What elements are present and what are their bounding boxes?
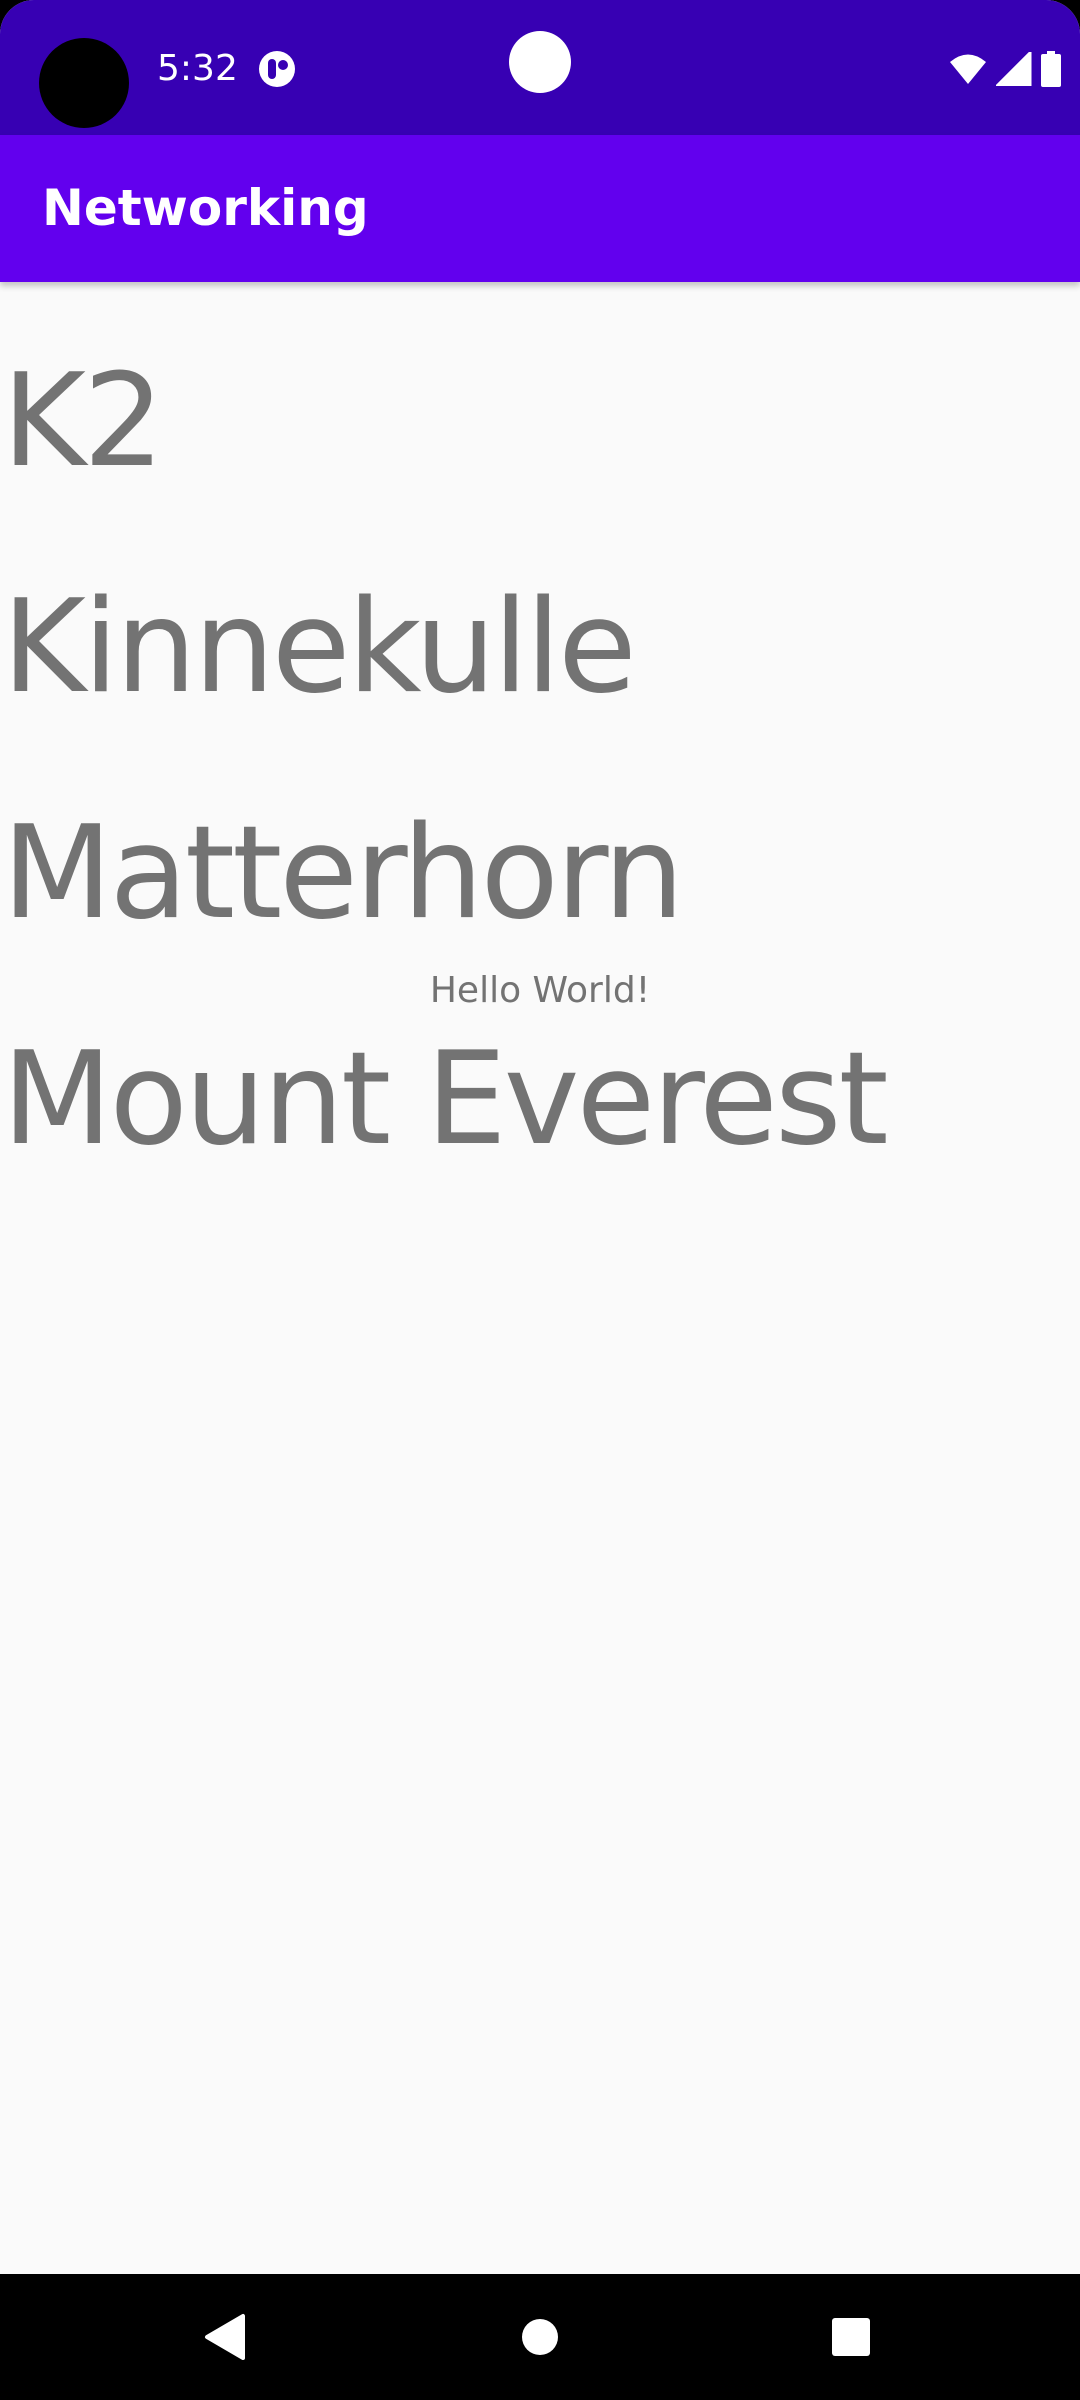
- home-button[interactable]: [477, 2274, 603, 2400]
- hello-world-text: Hello World!: [429, 970, 651, 1011]
- wifi-icon: [950, 54, 986, 84]
- main-content: K2 Kinnekulle Matterhorn Mount Everest H…: [0, 282, 1080, 2274]
- list-item[interactable]: Kinnekulle: [0, 508, 1080, 734]
- navigation-bar: [0, 2274, 1080, 2400]
- list-item[interactable]: Matterhorn: [0, 734, 1080, 960]
- battery-icon: [1041, 51, 1061, 87]
- recents-icon: [832, 2318, 870, 2356]
- recents-button[interactable]: [788, 2274, 914, 2400]
- status-icons: [948, 48, 1062, 90]
- status-time: 5:32: [157, 48, 238, 89]
- center-dot: [509, 31, 571, 93]
- status-bar: 5:32: [0, 0, 1080, 135]
- app-notification-icon: [259, 51, 295, 87]
- back-button[interactable]: [162, 2274, 288, 2400]
- device-screen: 5:32 Networking K2 Kinnekulle Matterhorn…: [0, 0, 1080, 2400]
- app-title: Networking: [42, 179, 369, 237]
- home-icon: [522, 2319, 558, 2355]
- cell-signal-icon: [996, 52, 1032, 86]
- app-bar: Networking: [0, 135, 1080, 282]
- mountain-list: K2 Kinnekulle Matterhorn Mount Everest: [0, 282, 1080, 1186]
- back-icon: [205, 2314, 245, 2360]
- list-item[interactable]: K2: [0, 282, 1080, 508]
- camera-cutout: [39, 38, 129, 128]
